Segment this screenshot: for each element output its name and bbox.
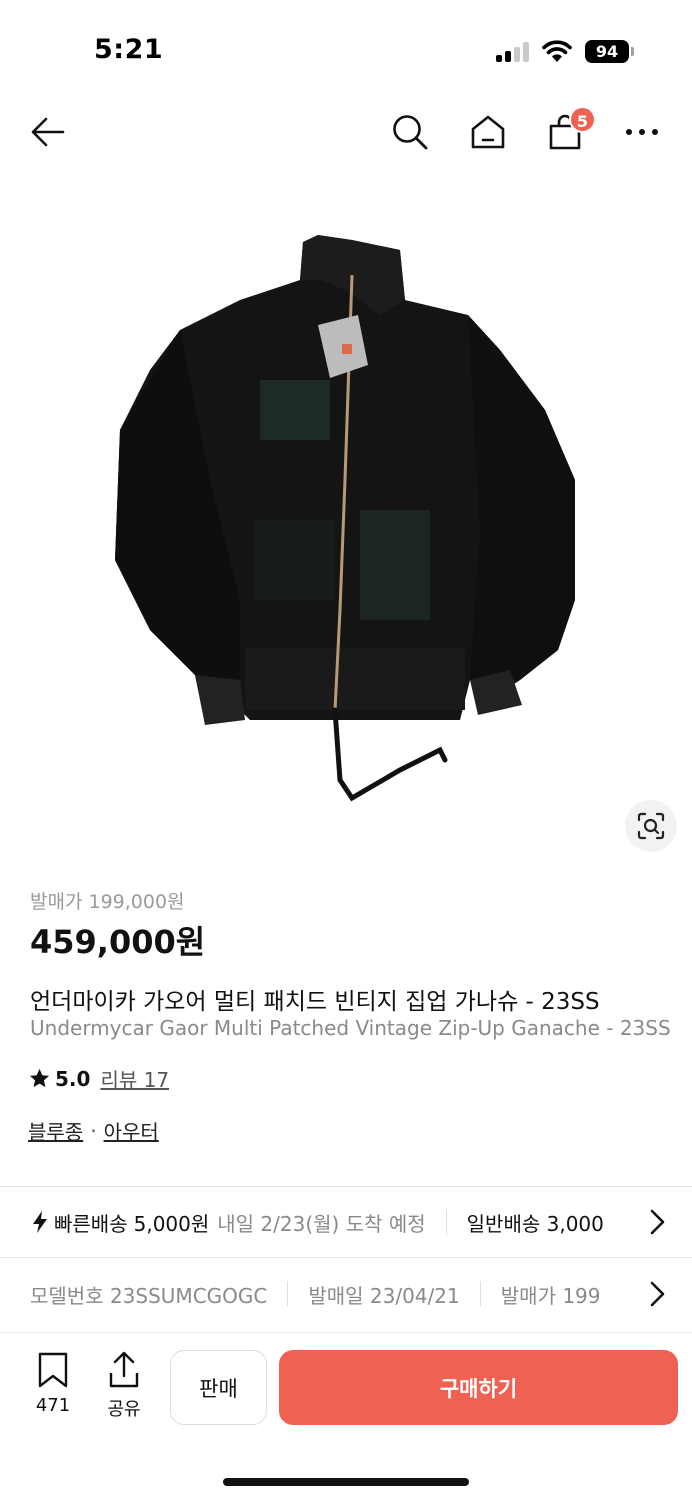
release-price: 발매가 199,000원 (30, 891, 185, 913)
bottom-action-bar: 471 공유 판매 구매하기 (0, 1332, 692, 1500)
delivery-options-row[interactable]: 빠른배송 5,000원 내일 2/23(월) 도착 예정 일반배송 3,000 (0, 1186, 692, 1258)
current-price: 459,000원 (30, 923, 206, 961)
bookmark-count: 471 (35, 1395, 71, 1416)
fast-delivery-price: 5,000원 (133, 1211, 210, 1236)
category-link-outer[interactable]: 아우터 (104, 1116, 159, 1145)
normal-delivery-label: 일반배송 3,000 (466, 1211, 604, 1236)
home-indicator (223, 1478, 469, 1486)
home-button[interactable] (468, 112, 508, 152)
category-row: 블루종 · 아우터 (28, 1116, 159, 1145)
status-time: 5:21 (94, 34, 164, 65)
battery-indicator: 94 (585, 40, 629, 63)
star-icon (29, 1068, 50, 1088)
share-icon (109, 1351, 139, 1388)
chevron-right-icon (650, 1209, 665, 1235)
wifi-icon (542, 40, 572, 62)
more-button[interactable] (622, 112, 662, 152)
product-title-english: Undermycar Gaor Multi Patched Vintage Zi… (30, 1016, 671, 1040)
rating-row: 5.0 리뷰 17 (28, 1064, 169, 1093)
product-image[interactable] (0, 180, 692, 870)
battery-tip (631, 47, 634, 56)
rating-value: 5.0 (55, 1066, 91, 1091)
category-link-blouson[interactable]: 블루종 (28, 1116, 83, 1145)
release-price-short: 발매가 199 (500, 1283, 601, 1308)
product-title-korean: 언더마이카 가오어 멀티 패치드 빈티지 집업 가나슈 - 23SS (30, 989, 600, 1015)
lightning-icon (33, 1211, 47, 1233)
lens-scan-icon (637, 812, 665, 840)
bookmark-icon (38, 1352, 68, 1388)
model-number: 모델번호 23SSUMCGOGC (30, 1283, 268, 1308)
search-button[interactable] (390, 112, 430, 152)
buy-button[interactable]: 구매하기 (279, 1350, 678, 1425)
category-separator: · (90, 1118, 97, 1143)
fast-delivery-eta: 내일 2/23(월) 도착 예정 (217, 1211, 426, 1236)
image-search-button[interactable] (625, 800, 677, 852)
back-button[interactable] (28, 112, 68, 152)
status-bar: 5:21 94 (0, 0, 692, 96)
search-icon (393, 115, 428, 150)
review-link[interactable]: 리뷰 17 (100, 1064, 169, 1093)
jacket-illustration (115, 235, 575, 802)
share-button[interactable]: 공유 (98, 1351, 150, 1421)
fast-delivery-label: 빠른배송 (54, 1211, 128, 1236)
vertical-separator (445, 1209, 447, 1235)
share-label: 공유 (107, 1399, 141, 1420)
sell-button[interactable]: 판매 (170, 1350, 267, 1425)
cellular-signal-icon (496, 42, 532, 62)
arrow-left-icon (31, 117, 65, 147)
more-dots-icon (626, 129, 658, 135)
home-icon (471, 115, 505, 149)
bookmark-button[interactable]: 471 (26, 1351, 80, 1416)
vertical-separator (287, 1281, 289, 1307)
cart-count-badge: 5 (569, 106, 596, 133)
vertical-separator (479, 1281, 481, 1307)
chevron-right-icon (650, 1281, 665, 1307)
release-date: 발매일 23/04/21 (308, 1283, 460, 1308)
top-nav-bar: 5 (0, 96, 692, 172)
model-info-row[interactable]: 모델번호 23SSUMCGOGC 발매일 23/04/21 발매가 199 (0, 1258, 692, 1330)
